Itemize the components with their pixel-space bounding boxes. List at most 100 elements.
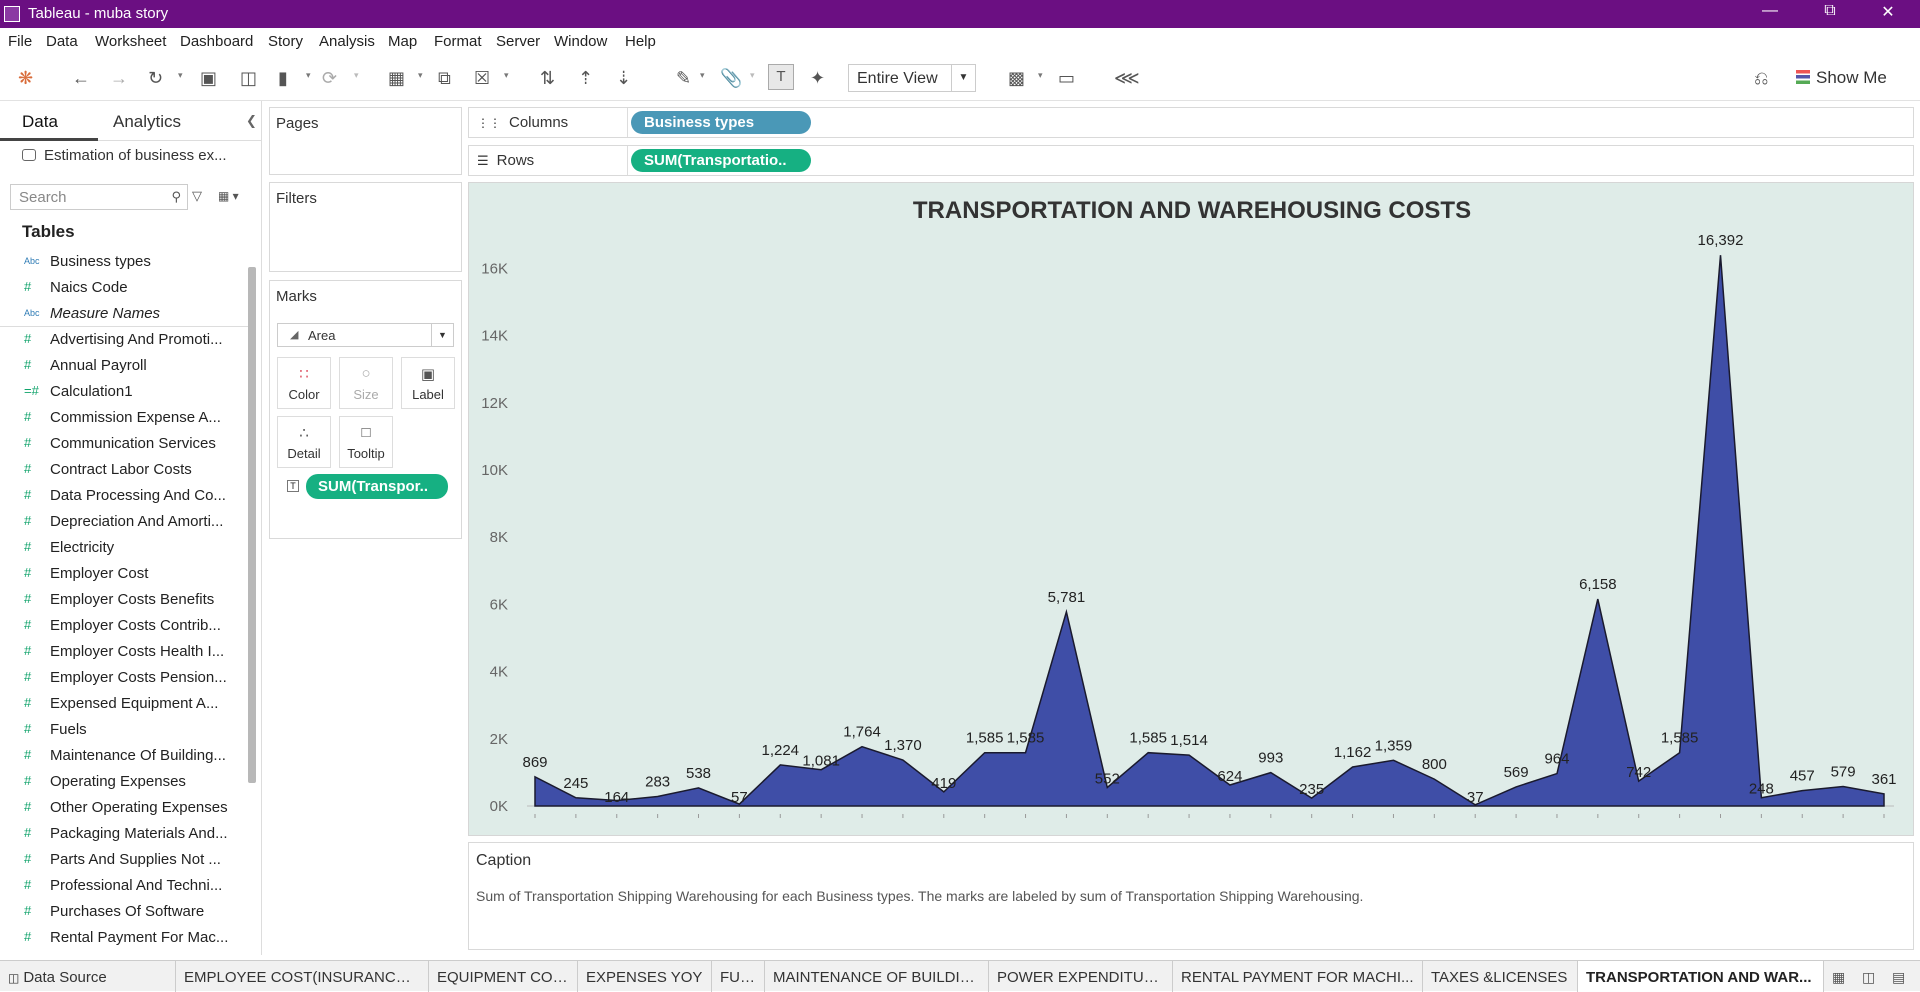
show-labels-icon[interactable]: T — [768, 64, 794, 90]
fit-dropdown[interactable]: Entire View ▼ — [848, 64, 976, 92]
field-item[interactable]: Abc Measure Names — [0, 301, 248, 327]
field-item[interactable]: # Employer Costs Pension... — [0, 665, 248, 691]
field-item[interactable]: # Naics Code — [0, 275, 248, 301]
field-item[interactable]: # Other Operating Expenses — [0, 795, 248, 821]
new-story-icon[interactable]: ▤ — [1892, 969, 1905, 986]
menu-format[interactable]: Format — [434, 33, 482, 50]
field-list-scrollbar[interactable] — [248, 267, 256, 783]
presentation-icon[interactable]: ▭ — [1058, 68, 1075, 89]
refresh-icon[interactable]: ⟳ — [322, 68, 337, 89]
sort-ascending-icon[interactable]: ⇡ — [578, 68, 593, 89]
menu-analysis[interactable]: Analysis — [319, 33, 375, 50]
duplicate-icon[interactable]: ⧉ — [438, 68, 451, 89]
sheet-tab[interactable]: POWER EXPENDITURE — [989, 961, 1173, 992]
field-item[interactable]: # Electricity — [0, 535, 248, 561]
fix-axes-icon[interactable]: ✦ — [810, 68, 825, 89]
clear-dropdown-icon[interactable]: ▾ — [504, 70, 509, 81]
field-item[interactable]: # Parts And Supplies Not ... — [0, 847, 248, 873]
collapse-pane-icon[interactable]: ❮ — [246, 113, 257, 129]
field-item[interactable]: # Data Processing And Co... — [0, 483, 248, 509]
menu-server[interactable]: Server — [496, 33, 540, 50]
cards-icon[interactable]: ▩ — [1008, 68, 1025, 89]
new-datasource-icon[interactable]: ◫ — [240, 68, 257, 89]
field-item[interactable]: # Maintenance Of Building... — [0, 743, 248, 769]
field-item[interactable]: # Advertising And Promoti... — [0, 327, 248, 353]
field-item[interactable]: # Employer Costs Benefits — [0, 587, 248, 613]
search-input[interactable]: Search ⚲ — [10, 184, 188, 210]
undo-icon[interactable]: ← — [72, 68, 90, 89]
pause-updates-icon[interactable]: ▮ — [278, 68, 288, 89]
highlight-dropdown-icon[interactable]: ▾ — [700, 70, 705, 81]
sheet-tab[interactable]: EQUIPMENT COST — [429, 961, 578, 992]
menu-file[interactable]: File — [8, 33, 32, 50]
field-item[interactable]: # Communication Services — [0, 431, 248, 457]
menu-dashboard[interactable]: Dashboard — [180, 33, 253, 50]
field-item[interactable]: # Depreciation And Amorti... — [0, 509, 248, 535]
columns-shelf[interactable]: ⋮⋮ Columns Business types — [468, 107, 1914, 138]
sheet-tab-active[interactable]: TRANSPORTATION AND WAR... — [1578, 961, 1824, 992]
redo-icon[interactable]: → — [110, 68, 128, 89]
field-item[interactable]: # Purchases Of Software — [0, 899, 248, 925]
field-item[interactable]: # Employer Costs Contrib... — [0, 613, 248, 639]
menu-story[interactable]: Story — [268, 33, 303, 50]
sheet-tab[interactable]: EMPLOYEE COST(INSURANCE ... — [176, 961, 429, 992]
pause-dropdown-icon[interactable]: ▾ — [306, 70, 311, 81]
chart-view[interactable]: TRANSPORTATION AND WAREHOUSING COSTS 0K 2… — [468, 182, 1914, 836]
label-field-pill[interactable]: SUM(Transpor.. — [306, 474, 448, 499]
tab-data[interactable]: Data — [22, 112, 58, 132]
paint-icon[interactable]: ⎌ — [1754, 68, 1768, 89]
new-worksheet-icon[interactable]: ▦ — [1832, 969, 1845, 986]
highlight-icon[interactable]: ✎ — [676, 68, 691, 89]
menu-data[interactable]: Data — [46, 33, 78, 50]
mark-type-dropdown[interactable]: ◢ Area ▼ — [277, 323, 454, 347]
field-item[interactable]: Abc Business types — [0, 249, 248, 275]
restore-icon[interactable]: ⧉ — [1810, 2, 1850, 20]
rows-shelf[interactable]: ☰ Rows SUM(Transportatio.. — [468, 145, 1914, 176]
new-worksheet-icon[interactable]: ▦ — [388, 68, 405, 89]
sheet-tab[interactable]: EXPENSES YOY — [578, 961, 712, 992]
size-button[interactable]: ○ Size — [339, 357, 393, 409]
group-icon[interactable]: 📎 — [720, 68, 742, 89]
replay-icon[interactable]: ↻ — [148, 68, 163, 89]
label-button[interactable]: ▣ Label — [401, 357, 455, 409]
filters-card[interactable]: Filters — [269, 182, 462, 272]
field-item[interactable]: # Rental Payment For Mac... — [0, 925, 248, 951]
color-button[interactable]: ∷ Color — [277, 357, 331, 409]
field-item[interactable]: # Expensed Equipment A... — [0, 691, 248, 717]
field-item[interactable]: # Employer Cost — [0, 561, 248, 587]
save-icon[interactable]: ▣ — [200, 68, 217, 89]
share-icon[interactable]: ⋘ — [1114, 68, 1140, 89]
new-dashboard-icon[interactable]: ◫ — [1862, 969, 1875, 986]
sheet-tab[interactable]: MAINTENANCE OF BUILDING — [765, 961, 989, 992]
detail-button[interactable]: ∴ Detail — [277, 416, 331, 468]
clear-sheet-icon[interactable]: ☒ — [474, 68, 490, 89]
field-item[interactable]: # Professional And Techni... — [0, 873, 248, 899]
field-item[interactable]: # Annual Payroll — [0, 353, 248, 379]
swap-icon[interactable]: ⇅ — [540, 68, 555, 89]
rows-pill[interactable]: SUM(Transportatio.. — [631, 149, 811, 172]
minimize-icon[interactable]: — — [1750, 2, 1790, 20]
view-options-icon[interactable]: ▦ ▾ — [218, 189, 239, 203]
cards-dropdown-icon[interactable]: ▾ — [1038, 70, 1043, 81]
tooltip-button[interactable]: □ Tooltip — [339, 416, 393, 468]
replay-dropdown-icon[interactable]: ▾ — [178, 70, 183, 81]
new-worksheet-dropdown-icon[interactable]: ▾ — [418, 70, 423, 81]
filter-icon[interactable]: ▽ — [192, 188, 202, 204]
tableau-logo-icon[interactable]: ❋ — [18, 68, 33, 89]
sort-descending-icon[interactable]: ⇣ — [616, 68, 631, 89]
menu-worksheet[interactable]: Worksheet — [95, 33, 166, 50]
show-me-button[interactable]: Show Me — [1796, 68, 1887, 88]
sheet-tab[interactable]: TAXES &LICENSES — [1423, 961, 1578, 992]
tab-data-source[interactable]: ◫ Data Source — [0, 961, 176, 992]
sheet-tab[interactable]: RENTAL PAYMENT FOR MACHI... — [1173, 961, 1423, 992]
field-item[interactable]: # Operating Expenses — [0, 769, 248, 795]
menu-map[interactable]: Map — [388, 33, 417, 50]
field-item[interactable]: # Contract Labor Costs — [0, 457, 248, 483]
field-item[interactable]: =# Calculation1 — [0, 379, 248, 405]
close-icon[interactable]: ✕ — [1868, 2, 1908, 22]
menu-help[interactable]: Help — [625, 33, 656, 50]
tab-analytics[interactable]: Analytics — [113, 112, 181, 132]
columns-pill[interactable]: Business types — [631, 111, 811, 134]
area-chart[interactable]: 0K 2K 4K 6K 8K 10K 12K 14K 16K 869 245 164 283 538 57 1… — [469, 183, 1915, 837]
field-item[interactable]: # Fuels — [0, 717, 248, 743]
